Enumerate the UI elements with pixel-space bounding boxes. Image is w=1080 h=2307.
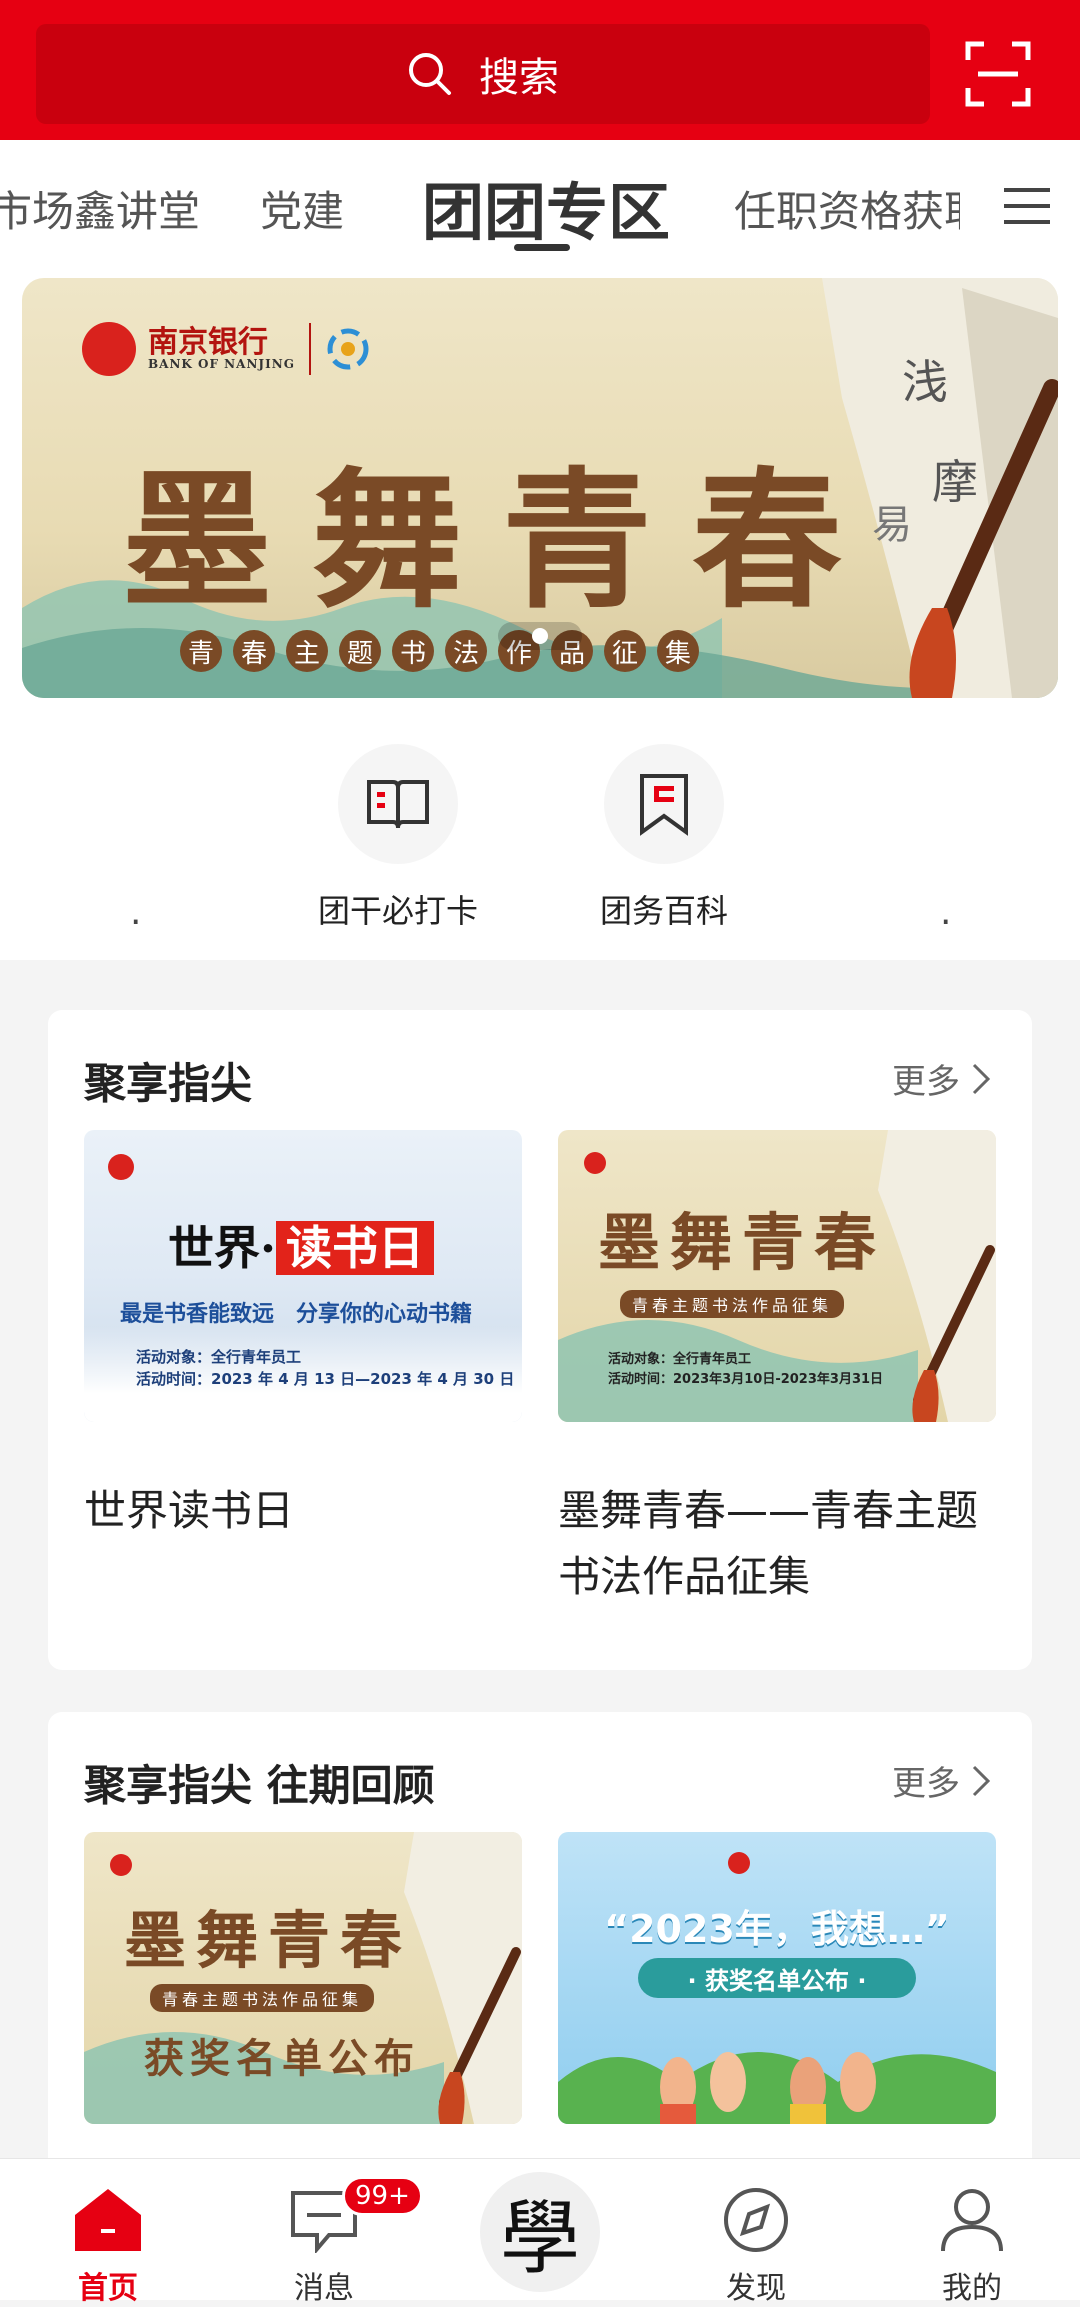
item-thumbnail-reading-day[interactable]: 世界· 读书日 最是书香能致远 分享你的心动书籍 活动对象：全行青年员工 活动时间… [84, 1130, 522, 1422]
more-link[interactable]: 更多 [892, 1756, 992, 1805]
item-title[interactable]: 墨舞青春——青春主题书法作品征集 [558, 1478, 998, 1610]
nav-label-discover: 发现 [726, 2271, 786, 2306]
thumb-sub: 青春主题书法作品征集 [150, 1984, 375, 2012]
thumb-slogan: 最是书香能致远 分享你的心动书籍 [120, 1302, 473, 1327]
message-badge: 99+ [342, 2176, 423, 2216]
thumb-award: · 获奖名单公布 · [638, 1958, 916, 1998]
subtitle-char: 书 [392, 630, 434, 672]
quick-link-daily-checkin[interactable]: 团干必打卡 [318, 744, 478, 932]
thumb-line: 活动对象：全行青年员工 [608, 1352, 752, 1367]
more-label: 更多 [892, 1062, 960, 1102]
item-title[interactable]: 世界读书日 [84, 1478, 524, 1544]
thumb-line: 活动时间：2023年3月10日-2023年3月31日 [608, 1372, 884, 1387]
item-thumbnail-calligraphy-award[interactable]: 墨舞青春 青春主题书法作品征集 获奖名单公布 [84, 1832, 522, 2124]
thumb-line: 活动对象：全行青年员工 [136, 1348, 302, 1366]
quick-link-placeholder: . [940, 892, 952, 933]
tab-party[interactable]: 党建 [260, 178, 344, 239]
nav-label-messages: 消息 [294, 2271, 354, 2306]
bank-logo: 南京银行 BANK OF NANJING [82, 322, 371, 376]
bank-logo-icon [728, 1852, 750, 1874]
category-tabs: 市场鑫讲堂 党建 团团专区 任职资格获取 [0, 140, 1080, 270]
thumb-heading: “2023年，我想…” [604, 1907, 950, 1951]
subtitle-char: 集 [657, 630, 699, 672]
search-placeholder: 搜索 [479, 55, 559, 101]
bank-name: 南京银行 [148, 325, 268, 360]
thumb-sub: 青春主题书法作品征集 [620, 1290, 845, 1318]
subtitle-char: 春 [233, 630, 275, 672]
youth-logo-icon [327, 328, 369, 370]
thumb-heading: 墨舞青春 [598, 1206, 887, 1279]
subtitle-char: 题 [339, 630, 381, 672]
nav-label-me: 我的 [942, 2271, 1002, 2306]
bank-name-en: BANK OF NANJING [148, 357, 295, 371]
tab-qualification[interactable]: 任职资格获取 [734, 178, 986, 239]
compass-icon [724, 2188, 788, 2252]
item-thumbnail-calligraphy[interactable]: 墨舞青春 青春主题书法作品征集 活动对象：全行青年员工 活动时间：2023年3月… [558, 1130, 996, 1422]
section-past-review: 聚享指尖 往期回顾 更多 墨舞青春 青春主题书法作品征集 获奖名单公布 “202… [48, 1712, 1032, 2172]
quick-link-label: 团务百科 [600, 892, 729, 930]
bank-logo-icon [584, 1152, 606, 1174]
top-bar: 搜索 [0, 0, 1080, 140]
subtitle-char: 主 [286, 630, 328, 672]
section-title: 聚享指尖 往期回顾 [84, 1761, 435, 1810]
svg-text:浅: 浅 [902, 355, 948, 409]
quick-link-placeholder: . [130, 892, 142, 933]
nav-label-home: 首页 [78, 2271, 138, 2306]
search-bar[interactable]: 搜索 [36, 24, 930, 124]
more-label: 更多 [892, 1764, 960, 1804]
search-icon [409, 53, 451, 95]
bank-logo-icon [110, 1854, 132, 1876]
nav-home[interactable]: 首页 [38, 2187, 178, 2307]
study-center-button[interactable]: 學 [480, 2172, 600, 2292]
nav-discover[interactable]: 发现 [686, 2187, 826, 2307]
active-tab-indicator [514, 244, 570, 251]
thumb-line: 活动时间：2023 年 4 月 13 日—2023 年 4 月 30 日 [136, 1370, 515, 1388]
home-icon [75, 2189, 141, 2251]
banner-subtitle: 青 春 主 题 书 法 作 品 征 集 [180, 630, 699, 672]
chevron-right-icon [972, 1765, 991, 1796]
section-title: 聚享指尖 [84, 1059, 253, 1108]
chevron-right-icon [972, 1063, 991, 1094]
logo-divider [308, 323, 311, 375]
subtitle-char: 青 [180, 630, 222, 672]
thumb-heading: 墨舞青春 [124, 1904, 413, 1977]
banner-title: 墨舞青春 [122, 453, 883, 629]
quick-link-encyclopedia[interactable]: 团务百科 [600, 744, 728, 932]
subtitle-char: 征 [604, 630, 646, 672]
book-icon [367, 780, 429, 829]
thumb-heading: 世界· [168, 1221, 277, 1275]
more-link[interactable]: 更多 [892, 1054, 992, 1103]
thumb-heading-highlight: 读书日 [276, 1221, 435, 1275]
tab-youth-zone[interactable]: 团团专区 [422, 162, 670, 252]
thumb-award: 获奖名单公布 [144, 2035, 420, 2082]
carousel-dot-active[interactable] [532, 628, 548, 644]
section-featured: 聚享指尖 更多 世界· 读书日 最是书香能致远 分享你的心动书籍 活动对象：全行青… [48, 1010, 1032, 1670]
bank-logo-icon [108, 1154, 134, 1180]
tab-market-lecture[interactable]: 市场鑫讲堂 [0, 178, 200, 239]
item-thumbnail-wish-award[interactable]: “2023年，我想…” · 获奖名单公布 · [558, 1832, 996, 2124]
menu-icon[interactable] [1002, 186, 1052, 226]
svg-text:摩: 摩 [932, 455, 978, 509]
nav-me[interactable]: 我的 [902, 2187, 1042, 2307]
quick-link-label: 团干必打卡 [318, 892, 479, 930]
bookmark-icon [640, 774, 688, 836]
user-icon [941, 2189, 1003, 2252]
bank-logo-icon [82, 322, 136, 376]
subtitle-char: 法 [445, 630, 487, 672]
scan-icon[interactable] [964, 40, 1032, 108]
